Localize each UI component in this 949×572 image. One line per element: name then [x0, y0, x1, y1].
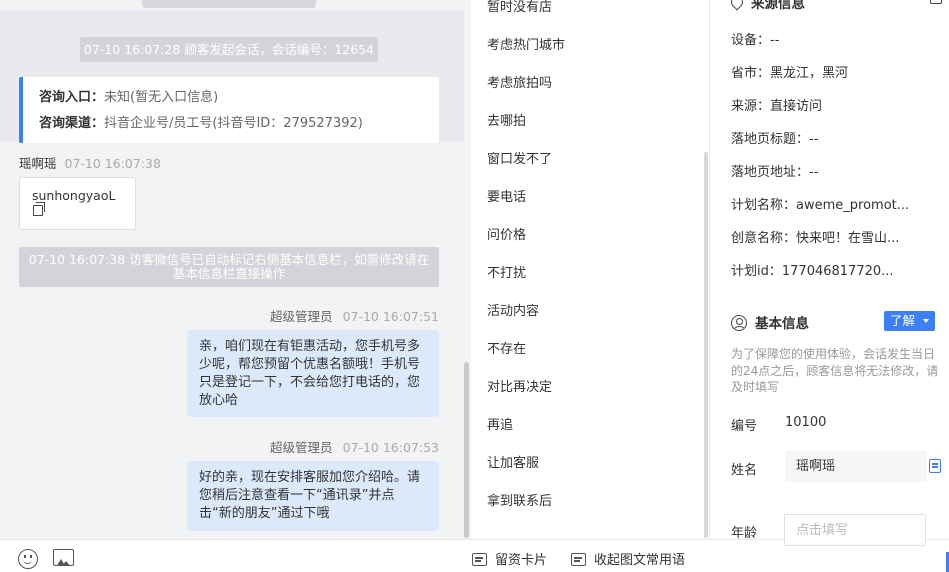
image-icon[interactable]	[53, 549, 74, 566]
info-value: 黑龙江，黑河	[770, 66, 849, 81]
customer-message-bubble: sunhongyaoL	[19, 177, 136, 230]
customer-message-text: sunhongyaoL	[32, 188, 116, 203]
user-icon	[731, 315, 747, 331]
source-info-header: 来源信息	[728, 0, 805, 12]
session-start-block: 07-10 16:07:28 顾客发起会话，会话编号：12654 咨询入口：未知…	[0, 10, 464, 143]
previous-message-stub	[142, 0, 316, 8]
name-field[interactable]: 瑶啊瑶	[785, 451, 927, 482]
info-row-device: 设备：--	[731, 29, 921, 48]
copy-name-icon[interactable]	[929, 459, 941, 473]
lead-card-label: 留资卡片	[495, 553, 548, 568]
agent-name: 超级管理员	[270, 309, 333, 324]
app-root: 07-10 16:07:28 顾客发起会话，会话编号：12654 咨询入口：未知…	[0, 0, 949, 572]
lead-card-button[interactable]: 留资卡片	[472, 551, 547, 571]
consult-channel-row: 咨询渠道：抖音企业号/员工号(抖音号ID：279527392)	[39, 113, 439, 139]
quick-reply-item[interactable]: 让加客服	[487, 452, 539, 471]
quick-reply-scrollbar[interactable]	[704, 152, 708, 538]
collapse-phrases-label: 收起图文常用语	[594, 553, 686, 568]
customer-name: 瑶啊瑶	[19, 156, 57, 171]
consult-entry-label: 咨询入口：	[39, 90, 105, 105]
info-label: 落地页地址：	[731, 165, 810, 180]
info-label: 来源：	[731, 99, 771, 114]
info-row-source: 来源：直接访问	[731, 95, 921, 114]
info-value: 177046817720...	[781, 264, 894, 279]
copy-icon[interactable]	[33, 202, 45, 216]
consult-channel-value: 抖音企业号/员工号(抖音号ID：279527392)	[104, 116, 363, 131]
info-value: --	[770, 33, 780, 48]
quick-reply-item[interactable]: 对比再决定	[487, 376, 552, 395]
consult-entry-row: 咨询入口：未知(暂无入口信息)	[39, 87, 439, 113]
info-label: 设备：	[731, 33, 771, 48]
info-row-plan-name: 计划名称：aweme_promot...	[731, 194, 921, 213]
quick-reply-item[interactable]: 活动内容	[487, 300, 539, 319]
quick-reply-item[interactable]: 拿到联系后	[487, 490, 552, 509]
agent-message-meta: 超级管理员 07-10 16:07:51	[270, 306, 439, 325]
quick-reply-item[interactable]: 暂时没有店	[487, 0, 552, 15]
customer-message-meta: 瑶啊瑶 07-10 16:07:38	[19, 153, 161, 172]
quick-reply-item[interactable]: 考虑旅拍吗	[487, 72, 552, 91]
consult-source-card: 咨询入口：未知(暂无入口信息) 咨询渠道：抖音企业号/员工号(抖音号ID：279…	[19, 77, 439, 143]
collapse-phrases-button[interactable]: 收起图文常用语	[571, 551, 685, 571]
info-row-plan-id: 计划id：177046817720...	[731, 260, 921, 279]
info-row-landing-title: 落地页标题：--	[731, 128, 921, 147]
edit-icon[interactable]	[930, 0, 942, 4]
phrases-icon	[571, 553, 586, 566]
id-value: 10100	[785, 415, 827, 430]
info-row-creative-name: 创意名称：快来吧！在雪山...	[731, 227, 921, 246]
emoji-smile-shape	[23, 559, 32, 564]
card-icon	[472, 553, 487, 566]
age-label: 年龄	[731, 526, 758, 539]
customer-info-panel: 来源信息 设备：-- 省市：黑龙江，黑河 来源：直接访问 落地页标题：-- 落地…	[711, 0, 949, 539]
quick-reply-item[interactable]: 问价格	[487, 224, 526, 243]
agent-name: 超级管理员	[270, 440, 333, 455]
quick-reply-item[interactable]: 去哪拍	[487, 110, 526, 129]
agent-message-meta: 超级管理员 07-10 16:07:53	[270, 437, 439, 456]
age-input[interactable]	[784, 514, 926, 546]
agent-message-bubble: 好的亲，现在安排客服加您介绍哈。请您稍后注意查看一下“通讯录”并点击“新的朋友”…	[187, 461, 439, 531]
info-value: 快来吧！在雪山...	[796, 231, 900, 246]
info-value: --	[809, 165, 819, 180]
consult-entry-value: 未知(暂无入口信息)	[104, 90, 219, 105]
consult-channel-label: 咨询渠道：	[39, 116, 105, 131]
info-label: 计划id：	[731, 264, 782, 279]
source-info-title: 来源信息	[751, 0, 805, 12]
location-icon	[728, 0, 746, 11]
learn-more-dropdown[interactable]: 了解	[884, 311, 935, 331]
agent-message-time: 07-10 16:07:53	[342, 440, 439, 455]
info-label: 省市：	[731, 66, 771, 81]
basic-info-header: 基本信息	[731, 312, 809, 332]
info-row-landing-url: 落地页地址：--	[731, 161, 921, 180]
info-value: aweme_promot...	[796, 198, 910, 213]
edit-deadline-hint: 为了保障您的使用体验，会话发生当日的24点之后，顾客信息将无法修改，请及时填写	[731, 347, 939, 394]
wechat-auto-tag-notice: 07-10 16:07:38 访客微信号已自动标记右侧基本信息栏，如需修改请在基…	[19, 247, 439, 287]
basic-info-title: 基本信息	[755, 316, 809, 332]
agent-message-bubble: 亲，咱们现在有钜惠活动，您手机号多少呢，帮您预留个优惠名额哦！手机号只是登记一下…	[187, 330, 439, 417]
info-label: 落地页标题：	[731, 132, 810, 147]
quick-reply-item[interactable]: 窗口发不了	[487, 148, 552, 167]
info-label: 创意名称：	[731, 231, 797, 246]
quick-reply-item[interactable]: 再追	[487, 414, 513, 433]
quick-reply-item[interactable]: 不打扰	[487, 262, 526, 281]
quick-reply-item[interactable]: 要电话	[487, 186, 526, 205]
session-start-notice: 07-10 16:07:28 顾客发起会话，会话编号：12654	[80, 37, 378, 62]
emoji-icon[interactable]	[18, 549, 38, 569]
chat-scrollbar[interactable]	[464, 362, 469, 538]
id-label: 编号	[731, 419, 758, 434]
customer-message-time: 07-10 16:07:38	[64, 156, 161, 171]
info-row-region: 省市：黑龙江，黑河	[731, 62, 921, 81]
quick-reply-item[interactable]: 不存在	[487, 338, 526, 357]
info-value: --	[809, 132, 819, 147]
quick-reply-item[interactable]: 考虑热门城市	[487, 34, 565, 53]
info-value: 直接访问	[770, 99, 823, 114]
agent-message-time: 07-10 16:07:51	[342, 309, 439, 324]
chat-panel[interactable]: 07-10 16:07:28 顾客发起会话，会话编号：12654 咨询入口：未知…	[0, 0, 471, 539]
quick-reply-panel: 暂时没有店 考虑热门城市 考虑旅拍吗 去哪拍 窗口发不了 要电话 问价格 不打扰…	[471, 0, 710, 539]
info-label: 计划名称：	[731, 198, 797, 213]
name-label: 姓名	[731, 463, 758, 478]
